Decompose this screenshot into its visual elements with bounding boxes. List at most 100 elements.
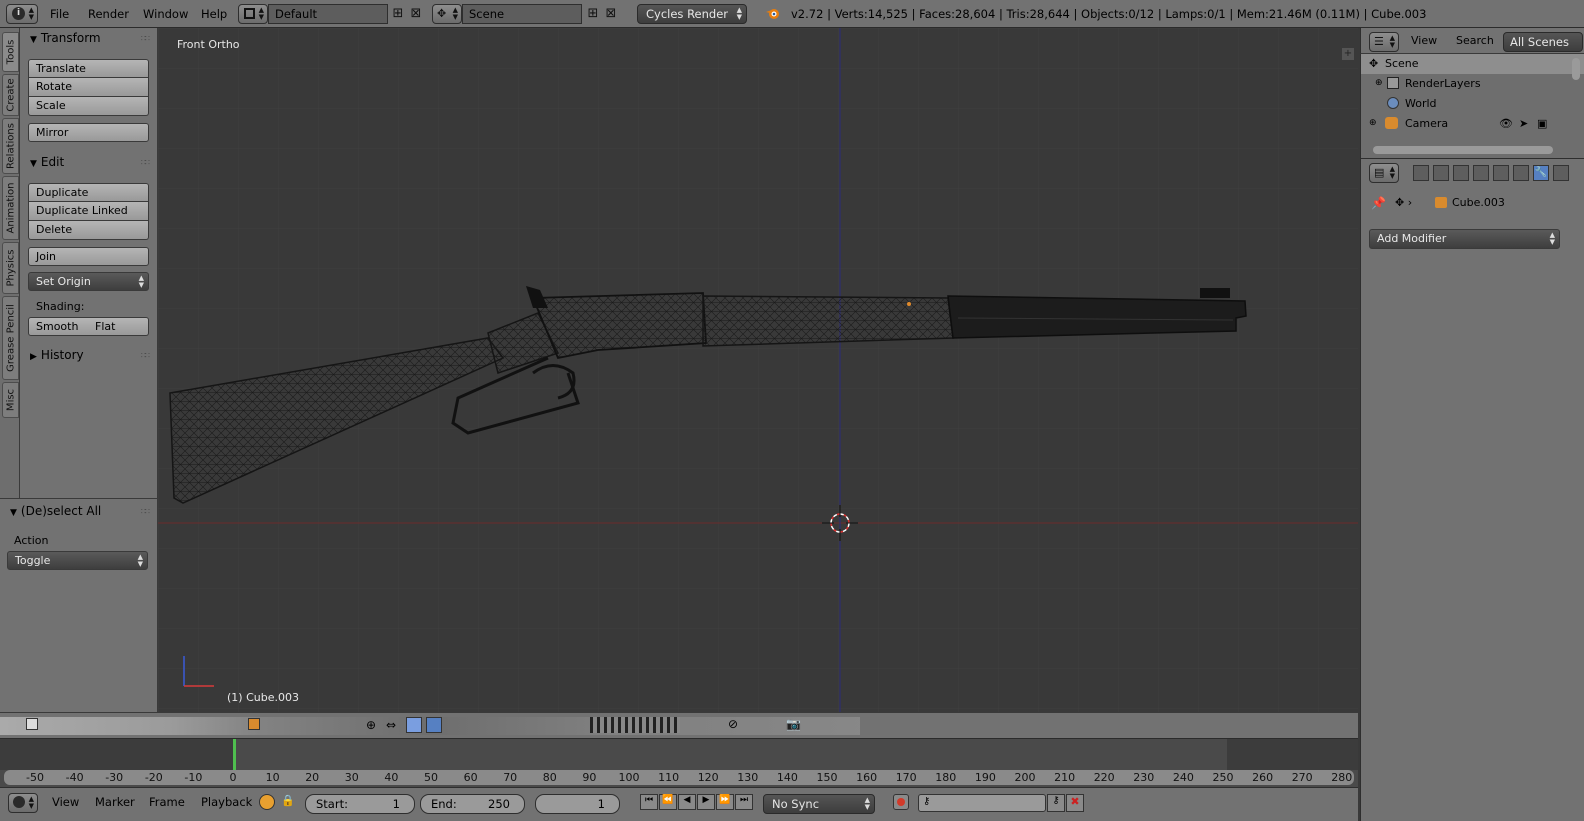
timeline-menu-frame[interactable]: Frame [149,795,185,809]
tab-physics[interactable]: Physics [2,242,19,294]
outliner-hscrollbar[interactable] [1373,146,1553,154]
menu-file[interactable]: File [50,7,69,21]
transform-panel-header[interactable]: ▼ Transform [30,31,101,45]
preview-range-icon[interactable] [259,794,275,810]
timeline-area[interactable]: -50 -40 -30 -20 -10 0 10 20 30 40 50 60 70 80 90 100 110… [0,738,1358,787]
outliner-row-world[interactable]: World [1361,94,1584,114]
pin-icon[interactable]: 📌 [1371,196,1386,210]
jump-end-icon[interactable]: ⏭ [735,794,753,810]
modifiers-wrench-icon[interactable]: 🔧 [1533,165,1549,181]
add-modifier-menu[interactable]: Add Modifier ▲ ▼ [1369,229,1560,249]
operator-panel-header[interactable]: ▼ (De)select All [10,504,101,518]
render-engine-select[interactable]: Cycles Render ▲ ▼ [637,4,747,24]
set-origin-menu[interactable]: Set Origin ▲ ▼ [28,272,149,291]
play-icon[interactable]: ▶ [697,794,715,810]
duplicate-linked-button[interactable]: Duplicate Linked [28,202,149,221]
menu-render[interactable]: Render [88,7,129,21]
translate-button[interactable]: Translate [28,59,149,78]
jump-keyframe-forward-icon[interactable]: ⏩ [716,794,734,810]
rotate-manipulator-icon[interactable] [426,717,442,733]
timeline-menu-marker[interactable]: Marker [95,795,135,809]
drag-handle-icon[interactable]: ∷∷ [141,351,150,360]
tab-create[interactable]: Create [2,74,19,116]
constraints-context-icon[interactable] [1513,165,1529,181]
shade-flat-button[interactable]: Flat [88,317,149,336]
outliner-row-camera[interactable]: ⊕ Camera 👁 ➤ ▣ [1361,114,1584,134]
timeline-menu-playback[interactable]: Playback [201,795,252,809]
scene-browse-button[interactable]: ✥ ▲ ▼ [432,4,462,24]
mirror-button[interactable]: Mirror [28,123,149,142]
outliner-menu-search[interactable]: Search [1456,34,1494,47]
shade-smooth-button[interactable]: Smooth [28,317,89,336]
current-frame-marker[interactable] [233,739,236,770]
3d-viewport[interactable]: Front Ortho (1) Cube.003 + [158,28,1358,712]
history-panel-header[interactable]: ▶ History [30,348,84,362]
remove-layout-icon[interactable]: ⊠ [408,6,424,22]
tab-tools[interactable]: Tools [2,32,19,72]
scene-name-field[interactable]: Scene [462,4,582,24]
start-frame-field[interactable]: Start: 1 [305,794,415,814]
drag-handle-icon[interactable]: ∷∷ [141,507,150,516]
object-mode-icon[interactable] [248,718,260,730]
editor-type-timeline-button[interactable]: ▲ ▼ [8,793,38,813]
sync-mode-select[interactable]: No Sync ▲ ▼ [763,794,875,814]
remove-scene-icon[interactable]: ⊠ [603,6,619,22]
play-reverse-icon[interactable]: ◀ [678,794,696,810]
layout-browse-button[interactable]: ▲ ▼ [238,4,268,24]
drag-handle-icon[interactable]: ∷∷ [141,34,150,43]
plus-icon[interactable]: + [1342,48,1354,60]
layout-name-field[interactable]: Default [268,4,388,24]
tab-grease-pencil[interactable]: Grease Pencil [2,296,19,380]
render-layers-context-icon[interactable] [1433,165,1449,181]
scale-button[interactable]: Scale [28,97,149,116]
rotate-button[interactable]: Rotate [28,78,149,97]
outliner-row-scene[interactable]: ✥ Scene [1361,54,1584,74]
menu-help[interactable]: Help [201,7,227,21]
duplicate-button[interactable]: Duplicate [28,183,149,202]
delete-button[interactable]: Delete [28,221,149,240]
delete-keyframe-icon[interactable]: ✖ [1066,794,1084,812]
manipulator-icon[interactable]: ⇔ [386,718,396,732]
translate-manipulator-icon[interactable] [406,717,422,733]
editor-type-properties-button[interactable]: ▤ ▲ ▼ [1369,163,1399,183]
outliner-scrollbar[interactable] [1572,58,1580,80]
viewport-canvas[interactable] [158,28,1358,712]
render-preview-icon[interactable]: 📷 [786,717,801,731]
outliner-row-renderlayers[interactable]: ⊕ RenderLayers [1361,74,1584,94]
object-context-icon[interactable] [1493,165,1509,181]
keying-set-field[interactable]: ⚷ [918,794,1046,812]
display-mode-select[interactable]: All Scenes [1503,32,1583,52]
snap-icon[interactable]: ⊘ [728,717,738,731]
scene-context-icon[interactable] [1453,165,1469,181]
lock-icon[interactable]: 🔒 [281,794,295,807]
add-scene-icon[interactable]: ⊞ [585,6,601,22]
editor-type-info-button[interactable]: i ▲ ▼ [6,4,38,24]
add-layout-icon[interactable]: ⊞ [390,6,406,22]
jump-keyframe-back-icon[interactable]: ⏪ [659,794,677,810]
tab-misc[interactable]: Misc [2,382,19,418]
render-context-icon[interactable] [1413,165,1429,181]
cursor-arrow-icon[interactable]: ➤ [1519,117,1528,130]
world-context-icon[interactable] [1473,165,1489,181]
action-select[interactable]: Toggle ▲ ▼ [7,551,148,570]
end-frame-field[interactable]: End: 250 [420,794,525,814]
join-button[interactable]: Join [28,247,149,266]
insert-keyframe-icon[interactable]: ⚷ [1047,794,1065,812]
menu-window[interactable]: Window [143,7,188,21]
jump-start-icon[interactable]: ⏮ [640,794,658,810]
render-camera-icon[interactable]: ▣ [1537,117,1547,130]
pivot-icon[interactable]: ⊕ [366,718,376,732]
edit-panel-header[interactable]: ▼ Edit [30,155,64,169]
view-menu-icon[interactable] [26,718,38,730]
timeline-menu-view[interactable]: View [52,795,79,809]
data-context-icon[interactable] [1553,165,1569,181]
tab-animation[interactable]: Animation [2,176,19,240]
eye-icon[interactable]: 👁 [1499,117,1513,130]
layer-buttons[interactable] [590,717,680,733]
drag-handle-icon[interactable]: ∷∷ [141,158,150,167]
outliner-menu-view[interactable]: View [1411,34,1437,47]
tab-relations[interactable]: Relations [2,118,19,174]
record-icon[interactable] [893,794,909,810]
current-frame-field[interactable]: 1 [535,794,620,814]
editor-type-outliner-button[interactable]: ☰ ▲ ▼ [1369,32,1399,52]
